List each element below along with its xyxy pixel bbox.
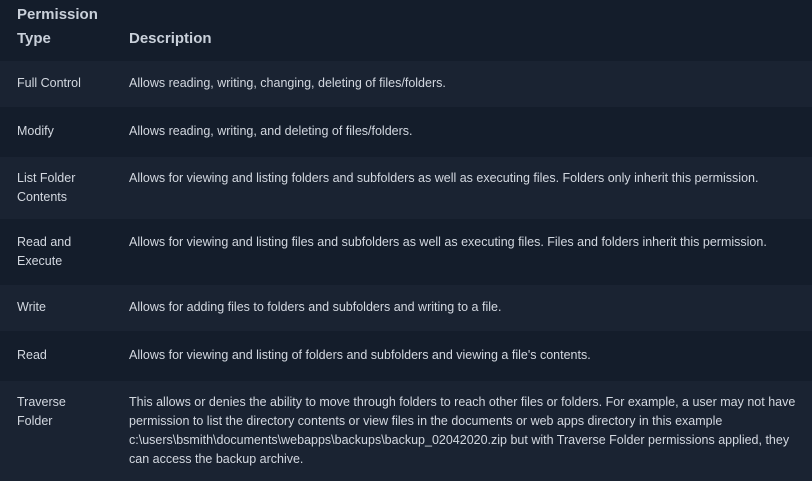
permission-type-cell: Read [0, 331, 112, 379]
permission-type-cell: Read and Execute [0, 219, 112, 283]
description-write: Allows for adding files to folders and s… [129, 300, 502, 314]
table-row: Read and Execute Allows for viewing and … [0, 219, 812, 283]
permission-type-modify: Modify [17, 124, 54, 138]
description-read-and-execute: Allows for viewing and listing files and… [129, 235, 767, 249]
column-header-description: Description [112, 0, 812, 59]
permission-type-cell: Traverse Folder [0, 379, 112, 481]
permission-type-cell: List Folder Contents [0, 155, 112, 219]
description-read: Allows for viewing and listing of folder… [129, 348, 591, 362]
permission-type-read-and-execute: Read and Execute [17, 235, 72, 268]
permission-type-cell: Write [0, 283, 112, 331]
table-row: Traverse Folder This allows or denies th… [0, 379, 812, 481]
description-cell: Allows reading, writing, changing, delet… [112, 59, 812, 107]
description-cell: Allows for adding files to folders and s… [112, 283, 812, 331]
permission-type-list-folder-contents: List Folder Contents [17, 171, 76, 204]
description-cell: Allows for viewing and listing of folder… [112, 331, 812, 379]
description-modify: Allows reading, writing, and deleting of… [129, 124, 413, 138]
permission-type-write: Write [17, 300, 46, 314]
description-cell: Allows for viewing and listing files and… [112, 219, 812, 283]
table-row: Write Allows for adding files to folders… [0, 283, 812, 331]
table-row: Full Control Allows reading, writing, ch… [0, 59, 812, 107]
description-cell: Allows reading, writing, and deleting of… [112, 107, 812, 155]
column-header-permission-type: Permission Type [0, 0, 112, 59]
description-list-folder-contents: Allows for viewing and listing folders a… [129, 171, 759, 185]
table-row: Read Allows for viewing and listing of f… [0, 331, 812, 379]
table-row: List Folder Contents Allows for viewing … [0, 155, 812, 219]
permission-type-traverse-folder: Traverse Folder [17, 395, 66, 428]
description-cell: Allows for viewing and listing folders a… [112, 155, 812, 219]
permission-type-full-control: Full Control [17, 76, 81, 90]
description-full-control: Allows reading, writing, changing, delet… [129, 76, 446, 90]
description-traverse-folder: This allows or denies the ability to mov… [129, 395, 796, 466]
permissions-table: Permission Type Description Full Control… [0, 0, 812, 481]
table-row: Modify Allows reading, writing, and dele… [0, 107, 812, 155]
permission-type-cell: Full Control [0, 59, 112, 107]
permission-type-read: Read [17, 348, 47, 362]
table-header-row: Permission Type Description [0, 0, 812, 59]
description-cell: This allows or denies the ability to mov… [112, 379, 812, 481]
permission-type-cell: Modify [0, 107, 112, 155]
